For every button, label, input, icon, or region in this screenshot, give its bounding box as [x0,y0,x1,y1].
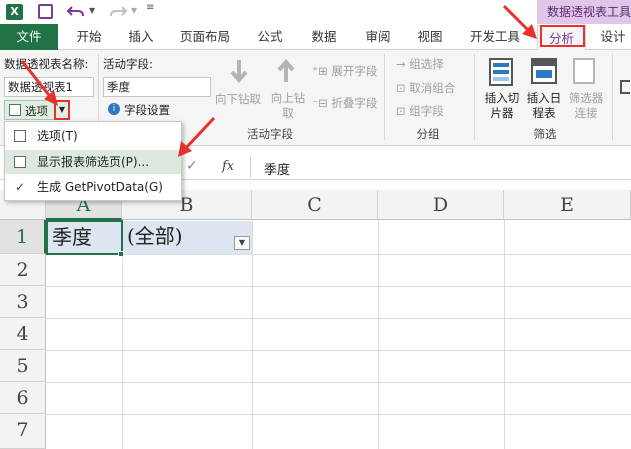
annotation-arrow-name [20,4,537,157]
